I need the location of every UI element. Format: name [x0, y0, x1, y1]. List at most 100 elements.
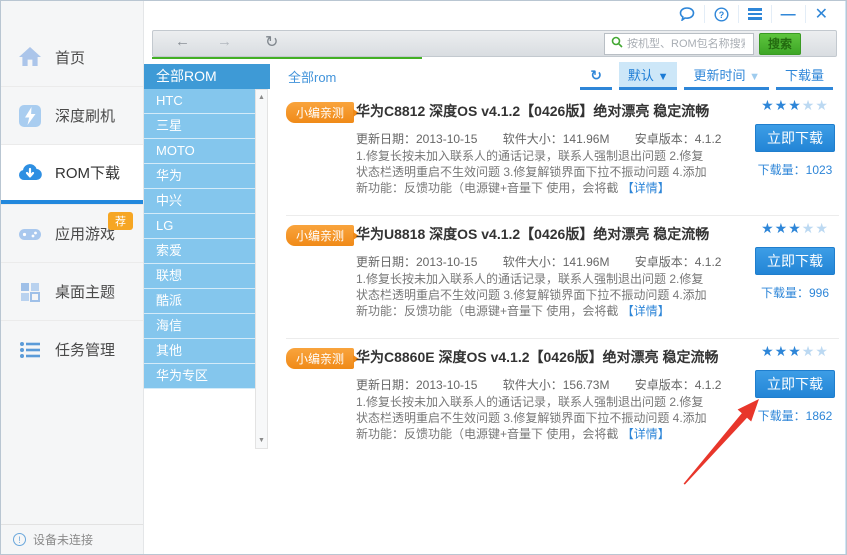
browser-toolbar: ← → ↻ 搜索 — [152, 30, 837, 57]
brand-item[interactable]: 中兴 — [144, 189, 255, 214]
sidebar-item-label: 应用游戏 — [55, 226, 116, 243]
rom-description: 1.修复长按未加入联系人的通话记录，联系人强制退出问题 2.修复状态栏透明重启不… — [356, 149, 707, 195]
sidebar-item-label: ROM下载 — [55, 165, 120, 182]
file-size: 软件大小：141.96M — [502, 255, 610, 269]
file-size: 软件大小：156.73M — [502, 378, 610, 392]
rom-description: 1.修复长按未加入联系人的通话记录，联系人强制退出问题 2.修复状态栏透明重启不… — [356, 272, 707, 318]
detail-link[interactable]: 【详情】 — [622, 304, 670, 318]
arrow-down-icon: ▼ — [657, 71, 669, 83]
device-status-bar: ! 设备未连接 — [1, 524, 143, 554]
app-window: 首页 深度刷机 ROM下载 应用游戏 荐 桌面主题 任务管理 ! 设备未连接 ?… — [0, 0, 847, 555]
list-refresh-icon[interactable]: ↻ — [580, 64, 612, 90]
search-box — [604, 33, 754, 55]
main-panel: ? — ✕ ← → ↻ 搜索 全部ROM HTC 三星 MOTO — [144, 1, 846, 554]
sidebar-item-label: 桌面主题 — [55, 284, 116, 301]
sort-bar: ↻ 默认 ▼ 更新时间 ▼ 下载量 — [573, 62, 833, 90]
home-icon — [17, 44, 43, 70]
sidebar-nav: 首页 深度刷机 ROM下载 应用游戏 荐 桌面主题 任务管理 — [1, 28, 143, 378]
sort-update-time[interactable]: 更新时间 ▼ — [684, 62, 769, 90]
task-list-icon — [17, 337, 43, 363]
download-count: 下载量：996 — [760, 286, 830, 300]
sort-downloads[interactable]: 下载量 — [775, 62, 833, 90]
rom-list-item: 小编亲测 华为C8860E 深度OS v4.1.2【0426版】绝对漂亮 稳定流… — [286, 339, 839, 462]
minimize-icon[interactable]: — — [770, 5, 805, 23]
window-controls: ? — ✕ — [670, 4, 837, 24]
menu-icon[interactable] — [737, 5, 771, 23]
refresh-icon[interactable]: ↻ — [265, 32, 278, 52]
page-load-progress — [152, 57, 422, 59]
update-date: 更新日期：2013-10-15 — [356, 378, 478, 392]
brand-item[interactable]: 索爱 — [144, 239, 255, 264]
brand-list-scrollbar[interactable]: ▲ ▼ — [255, 89, 268, 449]
star-rating: ★★★★★ — [761, 97, 829, 113]
feedback-icon[interactable] — [670, 5, 704, 23]
rom-list-item: 小编亲测 华为U8818 深度OS v4.1.2【0426版】绝对漂亮 稳定流畅… — [286, 216, 839, 339]
star-rating: ★★★★★ — [761, 220, 829, 236]
brand-item[interactable]: 华为 — [144, 164, 255, 189]
theme-grid-icon — [17, 279, 43, 305]
android-version: 安卓版本：4.1.2 — [634, 255, 722, 269]
rom-title: 华为C8860E 深度OS v4.1.2【0426版】绝对漂亮 稳定流畅 — [356, 349, 719, 365]
info-icon: ! — [13, 533, 26, 546]
sidebar-item-desktop-themes[interactable]: 桌面主题 — [1, 262, 143, 320]
sidebar-item-deep-flash[interactable]: 深度刷机 — [1, 86, 143, 144]
detail-link[interactable]: 【详情】 — [622, 427, 670, 441]
update-date: 更新日期：2013-10-15 — [356, 255, 478, 269]
sidebar-item-rom-download[interactable]: ROM下载 — [1, 144, 143, 204]
scroll-down-icon[interactable]: ▼ — [256, 437, 267, 444]
brand-item[interactable]: 海信 — [144, 314, 255, 339]
search-input[interactable] — [627, 38, 745, 50]
recommend-badge: 荐 — [108, 212, 133, 230]
close-icon[interactable]: ✕ — [804, 5, 837, 23]
download-count: 下载量：1862 — [757, 409, 833, 423]
sidebar-item-task-manager[interactable]: 任务管理 — [1, 320, 143, 378]
android-version: 安卓版本：4.1.2 — [634, 378, 722, 392]
search-button[interactable]: 搜索 — [759, 33, 801, 55]
brand-item[interactable]: 三星 — [144, 114, 255, 139]
breadcrumb: 全部rom — [288, 70, 337, 85]
sort-default[interactable]: 默认 ▼ — [618, 62, 678, 90]
sidebar-item-label: 首页 — [55, 49, 86, 67]
sidebar-item-apps-games[interactable]: 应用游戏 荐 — [1, 204, 143, 262]
download-now-button[interactable]: 立即下载 — [755, 370, 835, 398]
scroll-up-icon[interactable]: ▲ — [256, 94, 267, 101]
search-icon — [611, 35, 623, 53]
flash-icon — [17, 103, 43, 129]
gamepad-icon — [17, 221, 43, 247]
rom-meta: 更新日期：2013-10-15 软件大小：156.73M 安卓版本：4.1.2 — [356, 376, 721, 393]
svg-text:?: ? — [718, 9, 724, 19]
rom-list-item: 小编亲测 华为C8812 深度OS v4.1.2【0426版】绝对漂亮 稳定流畅… — [286, 93, 839, 216]
sidebar-item-home[interactable]: 首页 — [1, 28, 143, 86]
detail-link[interactable]: 【详情】 — [622, 181, 670, 195]
download-now-button[interactable]: 立即下载 — [755, 247, 835, 275]
brand-item[interactable]: MOTO — [144, 139, 255, 164]
arrow-down-icon: ▼ — [749, 71, 760, 83]
brand-item[interactable]: HTC — [144, 89, 255, 114]
brand-item[interactable]: LG — [144, 214, 255, 239]
android-version: 安卓版本：4.1.2 — [634, 132, 722, 146]
brand-list: 全部ROM HTC 三星 MOTO 华为 中兴 LG 索爱 联想 酷派 海信 其… — [144, 64, 270, 389]
forward-icon[interactable]: → — [217, 33, 232, 50]
editor-tested-badge: 小编亲测 — [286, 102, 360, 123]
rom-meta: 更新日期：2013-10-15 软件大小：141.96M 安卓版本：4.1.2 — [356, 253, 721, 270]
sidebar-item-label: 任务管理 — [55, 342, 116, 359]
editor-tested-badge: 小编亲测 — [286, 348, 360, 369]
star-rating: ★★★★★ — [761, 343, 829, 359]
rom-list: 小编亲测 华为C8812 深度OS v4.1.2【0426版】绝对漂亮 稳定流畅… — [286, 93, 839, 462]
rom-title: 华为C8812 深度OS v4.1.2【0426版】绝对漂亮 稳定流畅 — [356, 103, 710, 119]
brand-item[interactable]: 华为专区 — [144, 364, 255, 389]
download-now-button[interactable]: 立即下载 — [755, 124, 835, 152]
file-size: 软件大小：141.96M — [502, 132, 610, 146]
device-status-label: 设备未连接 — [33, 533, 94, 547]
brand-item[interactable]: 联想 — [144, 264, 255, 289]
rom-description: 1.修复长按未加入联系人的通话记录，联系人强制退出问题 2.修复状态栏透明重启不… — [356, 395, 707, 441]
editor-tested-badge: 小编亲测 — [286, 225, 360, 246]
back-icon[interactable]: ← — [175, 33, 190, 50]
brand-item[interactable]: 酷派 — [144, 289, 255, 314]
brand-item-all-rom[interactable]: 全部ROM — [144, 64, 270, 89]
rom-title: 华为U8818 深度OS v4.1.2【0426版】绝对漂亮 稳定流畅 — [356, 226, 710, 242]
brand-item[interactable]: 其他 — [144, 339, 255, 364]
rom-meta: 更新日期：2013-10-15 软件大小：141.96M 安卓版本：4.1.2 — [356, 130, 721, 147]
sidebar: 首页 深度刷机 ROM下载 应用游戏 荐 桌面主题 任务管理 ! 设备未连接 — [1, 1, 144, 554]
help-icon[interactable]: ? — [703, 5, 738, 23]
